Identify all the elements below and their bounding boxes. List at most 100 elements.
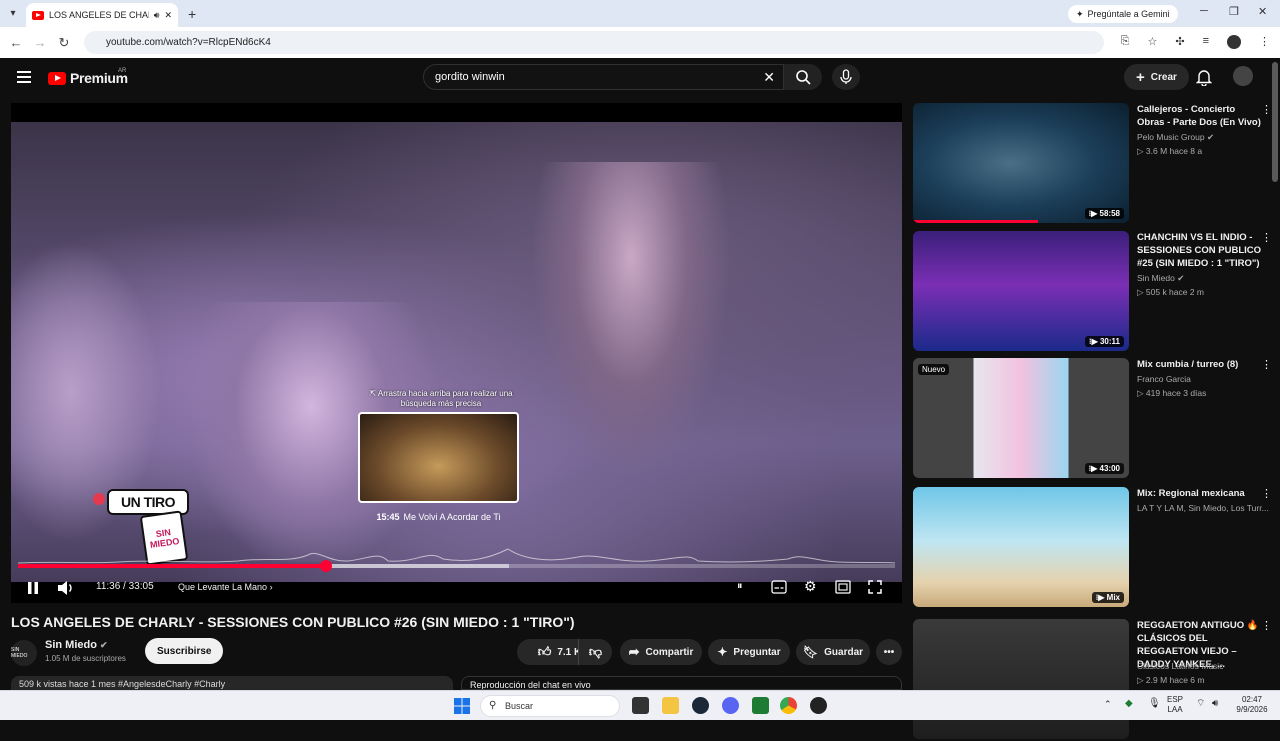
recommendation-channel[interactable]: Clásicos Latinos Music xyxy=(1137,661,1223,671)
chapter-button[interactable]: Que Levante La Mano › xyxy=(178,582,273,592)
recommendation-card[interactable]: ⁝▶ 58:58 Callejeros - Concierto Obras - P… xyxy=(913,103,1273,225)
ask-button[interactable]: ✦ Preguntar xyxy=(708,639,790,665)
reload-icon[interactable]: ↻ xyxy=(52,35,76,51)
duration-badge: ⁝▶ 30:11 xyxy=(1085,336,1124,347)
page-scrollbar[interactable] xyxy=(1272,62,1278,182)
steam-icon[interactable] xyxy=(692,697,709,714)
new-tab-button[interactable]: + xyxy=(188,6,196,22)
search-input[interactable]: gordito winwin ✕ xyxy=(423,64,784,90)
recommendation-channel-text: Franco Garcia xyxy=(1137,374,1191,384)
more-options-icon[interactable]: ⋮ xyxy=(1261,231,1272,244)
minimize-icon[interactable]: ─ xyxy=(1200,5,1208,17)
create-button[interactable]: + Crear xyxy=(1124,64,1189,90)
input-language[interactable]: ESP LAA xyxy=(1167,695,1183,715)
dislike-button[interactable]: 👎︎ xyxy=(578,639,612,665)
taskbar-search-input[interactable]: ⚲ Buscar xyxy=(480,695,620,717)
recommendation-card[interactable]: ⁝▶ 30:11 CHANCHIN VS EL INDIO - SESSIONES… xyxy=(913,231,1273,353)
more-options-icon[interactable]: ⋮ xyxy=(1261,487,1272,500)
forward-icon[interactable]: → xyxy=(28,35,52,50)
chrome-icon[interactable] xyxy=(780,697,797,714)
recommendation-card[interactable]: Nuevo ⁝▶ 43:00 Mix cumbia / turreo (8) Fran… xyxy=(913,358,1273,480)
user-avatar[interactable] xyxy=(1233,66,1253,86)
more-horizontal-icon: ••• xyxy=(883,646,895,658)
scrubber-handle[interactable] xyxy=(319,560,332,572)
video-player[interactable]: ⇱ Arrastra hacia arriba para realizar un… xyxy=(11,103,902,603)
windows-start-icon[interactable] xyxy=(454,698,470,714)
save-button[interactable]: 🔖︎ Guardar xyxy=(796,639,870,665)
progress-bar[interactable] xyxy=(18,560,895,572)
search-button[interactable] xyxy=(784,64,822,90)
share-button[interactable]: ➦ Compartir xyxy=(620,639,702,665)
recommendation-card[interactable]: REGGAETON ANTIGUO 🔥 CLÁSICOS DEL REGGAET… xyxy=(913,619,1273,741)
verified-icon: ✔ xyxy=(1177,273,1185,283)
app-icon[interactable] xyxy=(752,697,769,714)
subscribe-button[interactable]: Suscribirse xyxy=(145,638,224,664)
voice-search-button[interactable] xyxy=(832,64,860,90)
discord-icon[interactable] xyxy=(722,697,739,714)
recommendation-channel[interactable]: Sin Miedo ✔ xyxy=(1137,273,1184,284)
tab-search-icon[interactable]: ▾ xyxy=(0,0,26,27)
recommendation-thumbnail[interactable]: Nuevo ⁝▶ 43:00 xyxy=(913,358,1129,478)
fullscreen-icon[interactable] xyxy=(868,580,882,594)
clear-search-icon[interactable]: ✕ xyxy=(763,69,775,86)
bookmark-star-icon[interactable]: ☆ xyxy=(1147,35,1157,49)
recommendation-thumbnail[interactable]: ⁝▶ 30:11 xyxy=(913,231,1129,351)
browser-tab[interactable]: LOS ANGELES DE CHARLY - 🔊︎ ✕ xyxy=(26,3,178,27)
volume-tray-icon[interactable]: 🔊︎ xyxy=(1212,699,1218,709)
autoplay-toggle-icon[interactable]: ⏸︎ xyxy=(737,580,743,593)
channel-avatar[interactable]: SIN MIEDO xyxy=(11,640,37,666)
search-value: gordito winwin xyxy=(435,71,505,83)
duration-text: Mix xyxy=(1106,593,1120,602)
recommendation-thumbnail[interactable]: ⁝▶ 58:58 xyxy=(913,103,1129,223)
clock[interactable]: 02:47 9/9/2026 xyxy=(1232,695,1272,715)
restore-icon[interactable]: ❐ xyxy=(1229,5,1239,18)
settings-gear-icon[interactable]: ⚙︎ xyxy=(804,578,817,595)
live-chat-replay[interactable]: Reproducción del chat en vivo xyxy=(461,676,902,690)
menu-icon[interactable] xyxy=(17,71,31,86)
recommendation-title[interactable]: CHANCHIN VS EL INDIO - SESSIONES CON PUB… xyxy=(1137,231,1265,270)
browser-menu-icon[interactable]: ⋮ xyxy=(1259,35,1270,49)
volume-icon[interactable] xyxy=(57,580,75,596)
recommendation-channel[interactable]: Pelo Music Group ✔ xyxy=(1137,132,1214,143)
recommendation-channel[interactable]: Franco Garcia xyxy=(1137,374,1191,384)
more-options-icon[interactable]: ⋮ xyxy=(1261,619,1272,632)
more-options-icon[interactable]: ⋮ xyxy=(1261,103,1272,116)
recommendation-title[interactable]: Mix: Regional mexicana xyxy=(1137,487,1265,500)
close-window-icon[interactable]: ✕ xyxy=(1258,5,1267,18)
subtitles-icon[interactable] xyxy=(771,580,787,594)
video-description-box[interactable]: 509 k vistas hace 1 mes #AngelesdeCharly… xyxy=(11,676,453,690)
notifications-bell-icon[interactable] xyxy=(1196,68,1212,86)
more-options-icon[interactable]: ⋮ xyxy=(1261,358,1272,371)
back-icon[interactable]: ← xyxy=(4,35,28,50)
preview-time: 15:45 xyxy=(376,512,400,522)
url-field[interactable]: youtube.com/watch?v=RlcpENd6cK4 xyxy=(84,31,1104,54)
recommendation-channel[interactable]: LA T Y LA M, Sin Miedo, Los Turr... xyxy=(1137,503,1269,513)
wifi-icon[interactable]: ⌔ xyxy=(1196,699,1205,709)
watched-progress xyxy=(913,220,1039,223)
recommendation-thumbnail[interactable]: ⁝▶ Mix xyxy=(913,487,1129,607)
pause-icon[interactable] xyxy=(27,581,39,595)
duration-badge: ⁝▶ 43:00 xyxy=(1084,463,1124,474)
gemini-button[interactable]: ✦ Pregúntale a Gemini xyxy=(1068,5,1178,23)
media-app-icon[interactable] xyxy=(810,697,827,714)
close-tab-icon[interactable]: ✕ xyxy=(164,10,172,21)
speaker-icon[interactable]: 🔊︎ xyxy=(154,10,160,21)
tray-chevron-icon[interactable]: ⌃ xyxy=(1104,699,1112,709)
extensions-icon[interactable]: ✣ xyxy=(1175,35,1184,49)
recommendation-thumbnail[interactable] xyxy=(913,619,1129,739)
share-label: Compartir xyxy=(645,646,694,658)
recommendation-card[interactable]: ⁝▶ Mix Mix: Regional mexicana LA T Y LA M,… xyxy=(913,487,1273,609)
recommendation-title[interactable]: Callejeros - Concierto Obras - Parte Dos… xyxy=(1137,103,1265,129)
install-app-icon[interactable]: ⎘ xyxy=(1121,35,1130,49)
youtube-premium-logo[interactable]: Premium AR xyxy=(48,68,128,86)
media-controls-icon[interactable]: ≡ xyxy=(1203,35,1209,49)
task-view-icon[interactable] xyxy=(632,697,649,714)
theater-mode-icon[interactable] xyxy=(835,580,851,594)
recommendation-title[interactable]: Mix cumbia / turreo (8) xyxy=(1137,358,1265,371)
profile-avatar[interactable] xyxy=(1227,35,1241,49)
channel-name[interactable]: Sin Miedo ✔ xyxy=(45,639,108,651)
more-actions-button[interactable]: ••• xyxy=(876,639,902,665)
tray-app-icon[interactable]: ◆ xyxy=(1125,699,1133,709)
file-explorer-icon[interactable] xyxy=(662,697,679,714)
tray-mic-icon[interactable]: 🎙︎ xyxy=(1148,699,1161,709)
